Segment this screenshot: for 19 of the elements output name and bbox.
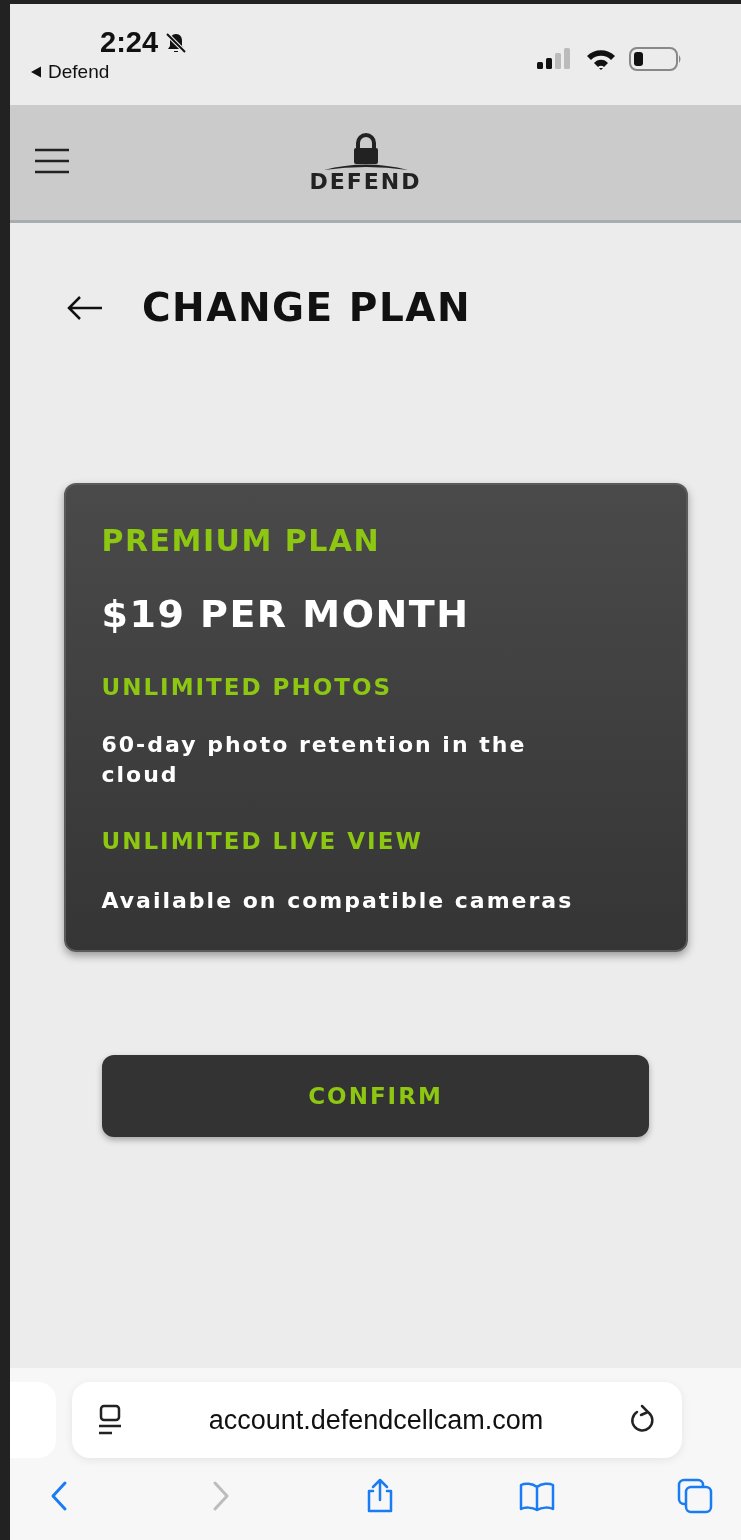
address-bar[interactable]: account.defendcellcam.com: [72, 1382, 682, 1458]
url-text: account.defendcellcam.com: [208, 1404, 544, 1436]
battery-icon: [629, 45, 683, 72]
plan-name: PREMIUM PLAN: [101, 523, 382, 558]
back-to-app-link[interactable]: Defend: [48, 61, 110, 83]
page-menu-icon[interactable]: [96, 1404, 124, 1436]
feature-detail: Available on compatible cameras: [101, 887, 575, 915]
logo-text: DEFEND: [309, 169, 422, 194]
plan-price: $19 PER MONTH: [101, 592, 471, 636]
feature-title: UNLIMITED PHOTOS: [101, 674, 394, 700]
back-triangle-icon[interactable]: [30, 66, 42, 78]
feature-title: UNLIMITED LIVE VIEW: [101, 828, 424, 854]
confirm-button[interactable]: CONFIRM: [102, 1055, 649, 1137]
signal-icon: [537, 46, 573, 71]
page-title: CHANGE PLAN: [142, 285, 472, 330]
feature-detail: 60-day photo retention in the cloud: [101, 731, 528, 789]
tabs-icon[interactable]: [676, 1477, 714, 1515]
status-time: 2:24: [100, 26, 159, 59]
back-arrow-button[interactable]: [66, 294, 104, 321]
